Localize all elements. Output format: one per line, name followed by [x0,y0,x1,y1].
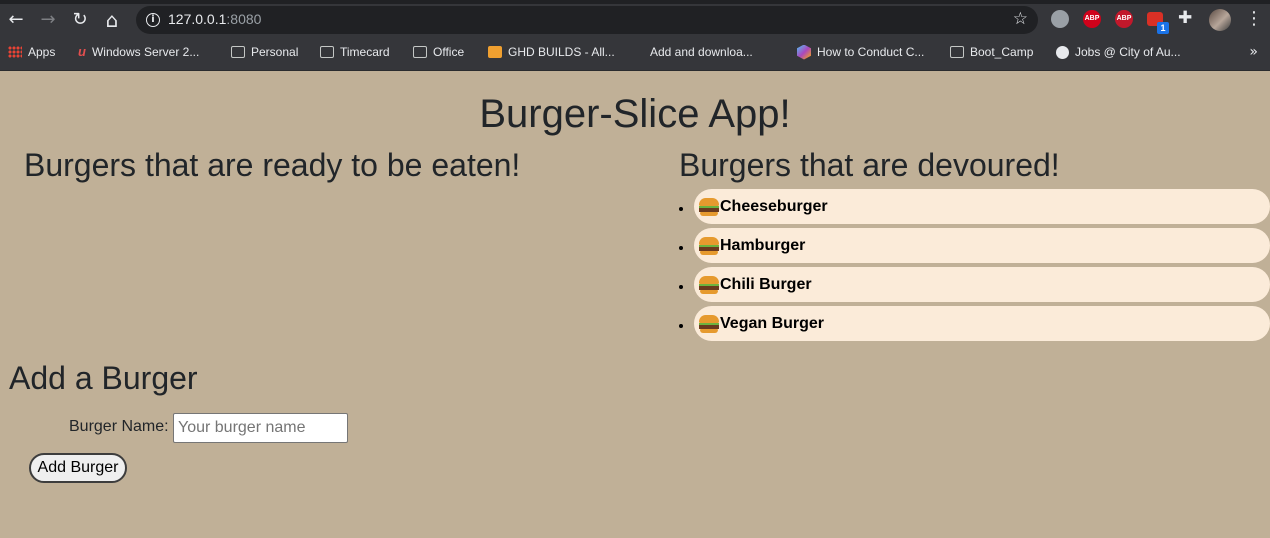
info-icon[interactable]: i [146,13,160,27]
bookmark-label: Jobs @ City of Au... [1075,45,1181,59]
bookmark-add-download[interactable]: Add and downloa... [644,40,753,64]
burger-name: Vegan Burger [720,314,825,332]
adblock-icon[interactable]: ABP [1115,10,1133,28]
add-burger-heading: Add a Burger [9,360,198,396]
globe-icon [1056,45,1069,59]
page-content: Burger-Slice App! Burgers that are ready… [0,72,1270,538]
apps-grid-icon [8,46,22,58]
reload-icon[interactable]: ↻ [68,8,92,32]
bookmark-label: How to Conduct C... [817,45,925,59]
burger-name-label: Burger Name: [69,418,169,435]
bookmark-ghd-builds[interactable]: GHD BUILDS - All... [488,40,615,64]
bookmark-jobs[interactable]: Jobs @ City of Au... [1056,40,1181,64]
bookmark-label: Timecard [340,45,390,59]
adblock-plus-icon[interactable]: ABP [1083,10,1101,28]
bookmark-label: Windows Server 2... [91,45,200,59]
burger-name: Hamburger [720,236,806,254]
hexagon-icon [797,44,811,60]
bookmark-label: GHD BUILDS - All... [508,45,615,59]
folder-icon [950,46,964,58]
burger-name-input[interactable] [173,413,348,443]
bookmark-label: Add and downloa... [650,45,753,59]
url-text[interactable]: 127.0.0.1:8080 [168,11,261,27]
bookmarks-bar: Apps u Windows Server 2... Personal Time… [0,40,1270,71]
url-host: 127.0.0.1 [168,11,227,27]
burger-icon [699,197,719,216]
folder-icon [320,46,334,58]
home-icon[interactable]: ⌂ [100,8,124,32]
extensions-puzzle-icon[interactable]: ✚ [1178,8,1192,28]
bookmark-boot-camp[interactable]: Boot_Camp [950,40,1033,64]
burger-item: Chili Burger [694,267,1270,302]
ghd-builds-icon [488,46,502,58]
tab-strip [0,0,1270,4]
extension-badge: 1 [1157,22,1169,34]
url-port: :8080 [226,11,262,27]
ready-heading: Burgers that are ready to be eaten! [24,147,521,183]
burger-icon [699,236,719,255]
burger-item: Hamburger [694,228,1270,263]
burger-name: Cheeseburger [720,197,828,215]
folder-icon [231,46,245,58]
bookmark-apps[interactable]: Apps [8,40,55,64]
burger-icon [699,275,719,294]
burger-name: Chili Burger [720,275,812,293]
bookmark-personal[interactable]: Personal [231,40,298,64]
forward-icon[interactable]: → [36,8,60,32]
folder-icon [413,46,427,58]
list-item: Hamburger [694,228,1270,267]
bookmark-label: Apps [28,45,56,59]
list-item: Vegan Burger [694,306,1270,345]
browser-toolbar: ← → ↻ ⌂ i 127.0.0.1:8080 ☆ ABP ABP 1 ✚ ⋮ [0,0,1270,40]
flag-extension-icon[interactable]: 1 [1147,12,1169,34]
bookmark-windows-server[interactable]: u Windows Server 2... [78,40,199,64]
burger-item: Vegan Burger [694,306,1270,341]
add-burger-button[interactable]: Add Burger [29,453,127,483]
burger-item: Cheeseburger [694,189,1270,224]
back-icon[interactable]: ← [4,8,28,32]
bookmarks-overflow-icon[interactable]: » [1249,44,1258,60]
devoured-list: Cheeseburger Hamburger Chili Burger Vega… [679,189,1270,349]
bookmark-how-to-conduct[interactable]: How to Conduct C... [797,40,924,64]
devoured-heading: Burgers that are devoured! [679,147,1060,183]
bookmark-office[interactable]: Office [413,40,464,64]
bookmark-star-icon[interactable]: ☆ [1013,9,1028,29]
profile-avatar[interactable] [1209,9,1231,31]
bookmark-label: Boot_Camp [970,45,1034,59]
page-title: Burger-Slice App! [479,92,791,136]
bookmark-label: Office [433,45,465,59]
list-item: Chili Burger [694,267,1270,306]
list-item: Cheeseburger [694,189,1270,228]
udemy-icon: u [78,44,86,59]
burger-icon [699,314,719,333]
browser-menu-icon[interactable]: ⋮ [1245,8,1263,29]
bookmark-label: Personal [251,45,299,59]
address-bar[interactable]: i 127.0.0.1:8080 ☆ [136,6,1038,34]
globe-extension-icon[interactable] [1051,10,1069,28]
bookmark-timecard[interactable]: Timecard [320,40,390,64]
